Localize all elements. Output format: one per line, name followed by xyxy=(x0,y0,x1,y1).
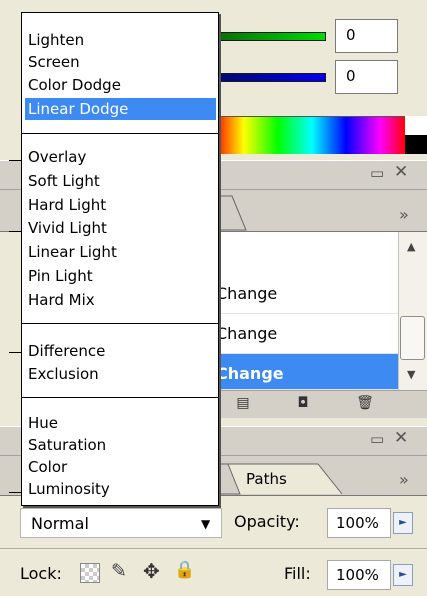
blend-option[interactable]: Linear Light xyxy=(25,241,216,263)
tab-paths[interactable]: Paths xyxy=(246,470,287,488)
menu-edge-tick xyxy=(9,492,21,493)
blend-option[interactable]: Saturation xyxy=(25,434,216,456)
close-icon[interactable]: ✕ xyxy=(394,428,408,448)
minimize-icon[interactable]: ▭ xyxy=(370,430,384,448)
blend-option[interactable]: Soft Light xyxy=(25,170,216,192)
menu-separator xyxy=(22,323,218,324)
menu-separator xyxy=(22,397,218,398)
history-scroll-thumb[interactable] xyxy=(400,316,425,360)
chevron-down-icon: ▼ xyxy=(201,517,211,531)
blend-option[interactable]: Overlay xyxy=(25,146,216,168)
blend-option[interactable]: Hue xyxy=(25,412,216,434)
black-white-swatch[interactable] xyxy=(405,116,427,154)
lock-transparency-icon[interactable] xyxy=(80,563,100,583)
menu-edge-tick xyxy=(9,352,21,353)
blend-option[interactable]: Color xyxy=(25,456,216,478)
panel-menu-icon[interactable]: » xyxy=(399,470,409,489)
lock-label: Lock: xyxy=(20,564,62,583)
blend-option[interactable]: Screen xyxy=(25,51,216,73)
history-tab-edge xyxy=(214,195,247,231)
opacity-label: Opacity: xyxy=(234,512,300,531)
blend-option-selected[interactable]: Linear Dodge xyxy=(25,98,216,120)
lock-all-padlock-icon[interactable]: 🔒 xyxy=(174,560,195,580)
scroll-up-icon[interactable]: ▲ xyxy=(407,240,415,253)
color-spectrum-bar[interactable] xyxy=(214,116,427,154)
opacity-field[interactable]: 100% xyxy=(327,508,391,538)
menu-separator xyxy=(22,133,218,134)
history-footer: ▤ ◘ 🗑 xyxy=(214,390,427,418)
history-row-selected[interactable]: Change xyxy=(214,354,398,390)
blend-mode-select[interactable]: Normal ▼ xyxy=(20,508,222,538)
lock-position-move-icon[interactable]: ✥ xyxy=(143,559,160,583)
blend-option[interactable]: Exclusion xyxy=(25,363,216,385)
blend-option[interactable]: Lighten xyxy=(25,29,216,51)
blue-slider-track[interactable] xyxy=(214,73,326,82)
options-divider xyxy=(0,548,427,549)
new-document-icon[interactable]: ▤ xyxy=(234,395,252,413)
panel-menu-icon[interactable]: » xyxy=(399,205,409,224)
menu-edge-tick xyxy=(9,160,21,161)
snapshot-camera-icon[interactable]: ◘ xyxy=(294,395,312,413)
blend-option[interactable]: Luminosity xyxy=(25,478,216,500)
menu-edge-tick xyxy=(9,231,21,232)
fill-slider-button[interactable]: ► xyxy=(393,564,413,586)
blend-option[interactable]: Vivid Light xyxy=(25,217,216,239)
blend-option[interactable]: Difference xyxy=(25,340,216,362)
green-slider-track[interactable] xyxy=(214,32,326,41)
blend-mode-dropdown: Lighten Screen Color Dodge Linear Dodge … xyxy=(21,12,219,506)
blend-option[interactable]: Color Dodge xyxy=(25,74,216,96)
blend-option[interactable]: Hard Light xyxy=(25,194,216,216)
history-scrollbar[interactable] xyxy=(398,232,427,390)
close-icon[interactable]: ✕ xyxy=(394,162,408,182)
blue-value-field[interactable]: 0 xyxy=(335,60,398,94)
fill-label: Fill: xyxy=(284,564,311,583)
history-row[interactable]: Change xyxy=(214,274,398,314)
green-value-field[interactable]: 0 xyxy=(335,19,398,53)
trash-icon[interactable]: 🗑 xyxy=(356,395,374,413)
blend-option[interactable]: Hard Mix xyxy=(25,289,216,311)
scroll-down-icon[interactable]: ▼ xyxy=(407,368,415,381)
history-row[interactable]: Change xyxy=(214,314,398,354)
fill-field[interactable]: 100% xyxy=(327,560,391,590)
blend-mode-value: Normal xyxy=(31,514,89,533)
lock-image-brush-icon[interactable]: ✎ xyxy=(111,560,127,582)
minimize-icon[interactable]: ▭ xyxy=(370,164,384,182)
history-list: Change Change Change xyxy=(214,232,398,390)
opacity-slider-button[interactable]: ► xyxy=(393,512,413,534)
blend-option[interactable]: Pin Light xyxy=(25,265,216,287)
